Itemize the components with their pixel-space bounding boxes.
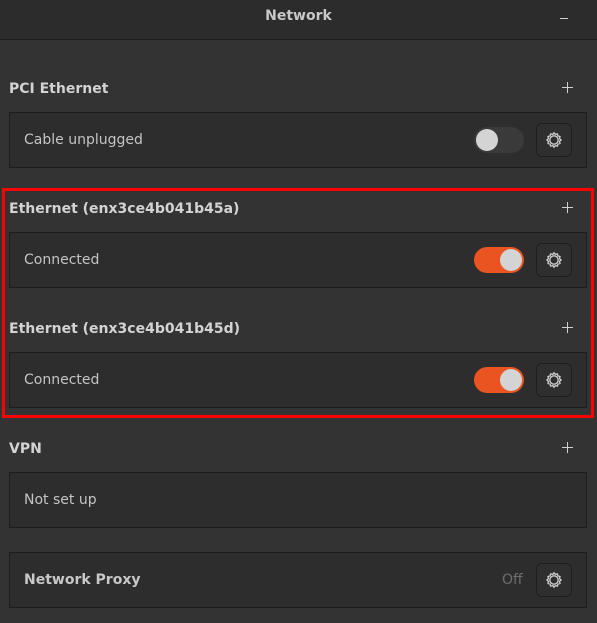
connection-status: Connected [24, 372, 100, 388]
plus-icon[interactable] [558, 198, 578, 218]
switch-knob [500, 369, 522, 391]
plus-icon[interactable] [558, 318, 578, 338]
connection-status: Cable unplugged [24, 132, 143, 148]
ethernet-45d-settings-button[interactable] [536, 363, 572, 397]
network-proxy-label: Network Proxy [24, 572, 141, 588]
ethernet-45a-row: Connected [9, 232, 587, 288]
section-title-vpn: VPN [9, 441, 42, 457]
ethernet-45a-toggle[interactable] [474, 247, 524, 273]
ethernet-45a-settings-button[interactable] [536, 243, 572, 277]
gear-icon [545, 251, 563, 269]
network-proxy-settings-button[interactable] [536, 563, 572, 597]
plus-icon[interactable] [558, 438, 578, 458]
pci-ethernet-settings-button[interactable] [536, 123, 572, 157]
window-title: Network [265, 8, 332, 24]
gear-icon [545, 371, 563, 389]
ethernet-45d-toggle[interactable] [474, 367, 524, 393]
pci-ethernet-toggle[interactable] [474, 127, 524, 153]
section-title-ethernet-45a: Ethernet (enx3ce4b041b45a) [9, 201, 240, 217]
vpn-status: Not set up [24, 492, 97, 508]
minimize-icon[interactable] [554, 10, 576, 28]
switch-knob [476, 129, 498, 151]
gear-icon [545, 131, 563, 149]
gear-icon [545, 571, 563, 589]
section-title-pci-ethernet: PCI Ethernet [9, 81, 109, 97]
ethernet-45d-row: Connected [9, 352, 587, 408]
vpn-row: Not set up [9, 472, 587, 528]
header-bar: Network [0, 0, 597, 40]
section-title-ethernet-45d: Ethernet (enx3ce4b041b45d) [9, 321, 240, 337]
switch-knob [500, 249, 522, 271]
proxy-status: Off [502, 572, 523, 588]
connection-status: Connected [24, 252, 100, 268]
network-proxy-row[interactable]: Network Proxy Off [9, 552, 587, 608]
pci-ethernet-row: Cable unplugged [9, 112, 587, 168]
plus-icon[interactable] [558, 78, 578, 98]
